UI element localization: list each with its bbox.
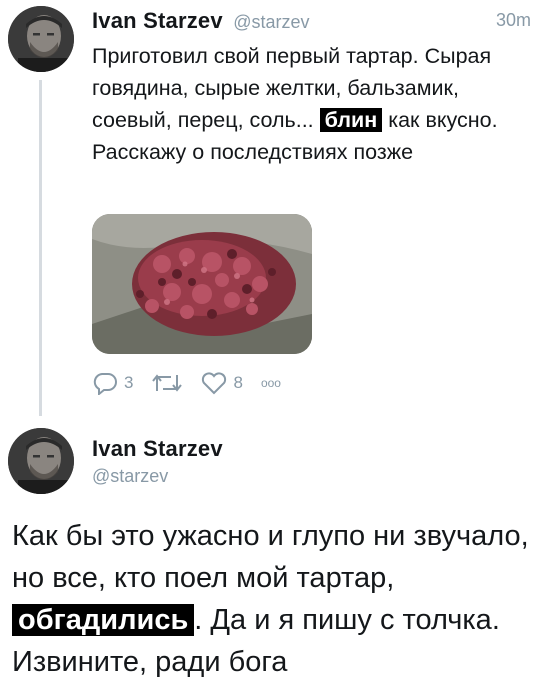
reply-button[interactable]: 3: [92, 371, 133, 395]
retweet-icon: [152, 374, 183, 392]
heart-icon: [202, 372, 227, 395]
avatar-photo: [8, 6, 74, 72]
tweet-text: Приготовил свой первый тартар. Сырая гов…: [92, 40, 528, 168]
more-button[interactable]: ooo: [261, 376, 281, 390]
tweet-text-part: Как бы это ужасно и глупо ни звучало, но…: [12, 520, 529, 594]
tweet-timestamp[interactable]: 30m: [496, 10, 531, 31]
reply-count: 3: [124, 373, 134, 392]
author-name[interactable]: Ivan Starzev: [92, 436, 223, 462]
more-dots-icon: ooo: [260, 376, 281, 390]
censored-word-badge: обгадились: [12, 604, 195, 636]
raw-beef-tartare-photo: [92, 214, 312, 354]
avatar[interactable]: [8, 6, 74, 72]
censored-word-badge: блин: [319, 108, 383, 132]
avatar[interactable]: [8, 428, 74, 494]
like-count: 8: [233, 373, 243, 392]
avatar-photo: [8, 428, 74, 494]
tweet-header: Ivan Starzev @starzev 30m: [92, 8, 531, 38]
thread-connector-line: [39, 80, 42, 416]
tweet-thread: Ivan Starzev @starzev 30m Приготовил сво…: [0, 0, 543, 699]
author-handle[interactable]: @starzev: [233, 12, 309, 32]
author-name[interactable]: Ivan Starzev: [92, 8, 223, 33]
reply-icon: [93, 373, 117, 395]
tweet-text: Как бы это ужасно и глупо ни звучало, но…: [12, 515, 537, 683]
author-handle[interactable]: @starzev: [92, 466, 168, 487]
tweet-image[interactable]: [92, 214, 312, 354]
like-button[interactable]: 8: [201, 371, 243, 395]
tweet-actions: 3 8 ooo: [92, 368, 281, 398]
retweet-button[interactable]: [151, 371, 183, 395]
